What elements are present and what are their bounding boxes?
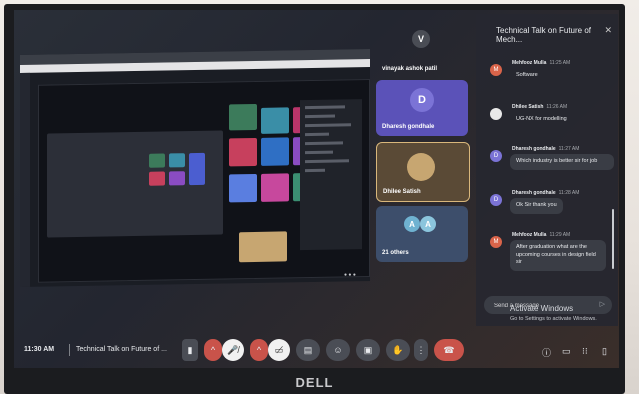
camera-off-icon[interactable]: ▭̸ — [268, 339, 290, 361]
lock-icon[interactable]: ▮ — [182, 339, 198, 361]
participant-tile[interactable]: D Dharesh gondhale — [376, 80, 468, 136]
camera-options-button[interactable]: ^ — [250, 339, 268, 361]
shared-chat-line — [305, 168, 325, 173]
nested-tile — [189, 152, 205, 186]
participant-name: 21 others — [382, 250, 409, 256]
present-icon[interactable]: ▣ — [356, 339, 380, 361]
nested-tile — [169, 153, 185, 168]
toolbar-divider — [69, 344, 70, 356]
shared-chat-line — [305, 123, 351, 128]
shared-tile — [229, 137, 257, 167]
participant-name: Dharesh gondhale — [382, 124, 435, 130]
shared-chat-line — [305, 132, 329, 137]
participant-tile[interactable]: V vinayak ashok patil — [376, 14, 468, 76]
participant-name: Dhilee Satish — [383, 189, 421, 195]
sender-avatar: D — [490, 194, 502, 206]
chat-sender: Mehfooz Mulla 11:25 AM — [512, 60, 571, 66]
shared-tile — [229, 173, 257, 203]
participant-avatar: A — [420, 216, 436, 232]
chat-panel: Technical Talk on Future of Mech... ✕ Me… — [476, 14, 618, 326]
participant-name: vinayak ashok patil — [382, 66, 438, 72]
lock-icon[interactable]: ▯ — [602, 346, 607, 357]
shared-chat-line — [305, 141, 343, 146]
shared-tile — [261, 137, 289, 166]
monitor-brand-logo: DELL — [295, 375, 334, 390]
emoji-icon[interactable]: ☺ — [326, 339, 350, 361]
shared-tile — [261, 107, 289, 134]
raise-hand-icon[interactable]: ✋ — [386, 339, 410, 361]
shared-chat-line — [305, 159, 349, 164]
shared-tile — [239, 231, 287, 263]
desktop-taskbar — [20, 72, 30, 288]
shared-chat-line — [305, 105, 345, 110]
activate-windows-watermark: Activate Windows Go to Settings to activ… — [510, 304, 597, 322]
chat-text: Software — [516, 72, 538, 78]
watermark-line2: Go to Settings to activate Windows. — [510, 316, 597, 322]
chat-sender: Dhilee Satish 11:26 AM — [512, 104, 568, 110]
monitor: ● ● ● V vinayak ashok patil D Dharesh go… — [4, 4, 625, 394]
sender-avatar: M — [490, 236, 502, 248]
participant-avatar — [407, 153, 435, 181]
chat-sender: Dharesh gondhale 11:27 AM — [512, 146, 580, 152]
participant-tile[interactable]: A A 21 others — [376, 206, 468, 262]
mic-options-button[interactable]: ^ — [204, 339, 222, 361]
meeting-title: Technical Talk on Future of ... — [76, 346, 167, 353]
panel-title: Technical Talk on Future of Mech... — [496, 26, 592, 44]
activities-icon[interactable]: ⁝⁝ — [582, 346, 588, 357]
participant-avatar: D — [410, 88, 434, 112]
chat-text: Ok Sir thank you — [510, 198, 563, 214]
end-call-icon[interactable]: ☎ — [434, 339, 464, 361]
shared-tile — [261, 173, 289, 202]
watermark-line1: Activate Windows — [510, 304, 574, 313]
close-icon[interactable]: ✕ — [604, 25, 612, 36]
chat-text: UG-NX for modelling — [516, 116, 567, 122]
chat-icon[interactable]: ▭ — [562, 346, 571, 357]
participant-tile[interactable]: Dhilee Satish — [376, 142, 470, 202]
meeting-toolbar: 11:30 AM Technical Talk on Future of ...… — [14, 332, 619, 368]
sender-avatar: M — [490, 64, 502, 76]
chat-scrollbar[interactable] — [612, 209, 614, 269]
shared-chat-line — [305, 150, 333, 155]
shared-chat-panel — [300, 99, 362, 251]
info-icon[interactable]: ⓘ — [542, 346, 551, 359]
more-icon[interactable]: ⋮ — [414, 339, 428, 361]
page-dots: ● ● ● — [344, 272, 356, 278]
send-icon[interactable]: ▷ — [600, 300, 605, 308]
chat-text: After graduation what are the upcoming c… — [510, 240, 606, 271]
participant-avatar: V — [412, 30, 430, 48]
nested-tile — [149, 171, 165, 186]
chat-text: Which industry is better sir for job — [510, 154, 614, 170]
sender-avatar — [490, 108, 502, 120]
mic-off-icon[interactable]: 🎤̸ — [222, 339, 244, 361]
shared-screen — [20, 48, 370, 288]
nested-tile — [169, 171, 185, 186]
chat-sender: Mehfooz Mulla 11:29 AM — [512, 232, 571, 238]
shared-tile — [229, 103, 257, 131]
nested-tile — [149, 153, 165, 168]
participant-avatar: A — [404, 216, 420, 232]
meeting-time: 11:30 AM — [24, 346, 55, 353]
captions-icon[interactable]: ▤ — [296, 339, 320, 361]
shared-chat-line — [305, 114, 335, 119]
sender-avatar: D — [490, 150, 502, 162]
screen: ● ● ● V vinayak ashok patil D Dharesh go… — [14, 10, 619, 368]
chat-sender: Dharesh gondhale 11:28 AM — [512, 190, 580, 196]
